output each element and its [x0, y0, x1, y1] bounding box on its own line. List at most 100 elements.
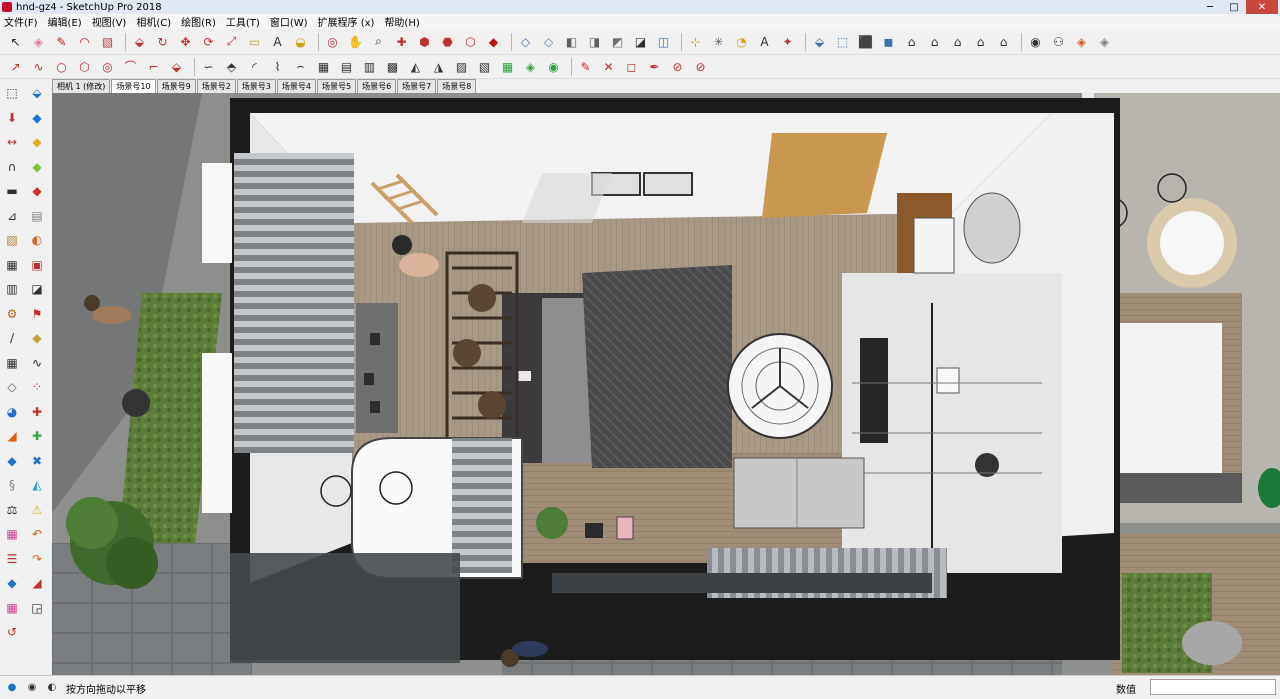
window-button[interactable]: ◪ [27, 279, 47, 299]
cross-button[interactable]: ✕ [599, 57, 618, 76]
paint-button[interactable]: ⬙ [27, 83, 47, 103]
layers-button[interactable]: ◈ [1072, 32, 1091, 51]
ruby-console-button[interactable]: ◆ [484, 32, 503, 51]
material-button[interactable]: ◈ [521, 57, 540, 76]
menu-item-2[interactable]: 视图(V) [92, 14, 127, 29]
scene-tab-7[interactable]: 场景号6 [357, 79, 397, 93]
slash-circle-button[interactable]: ⊘ [691, 57, 710, 76]
top-view-button[interactable]: ⬚ [833, 32, 852, 51]
redo-button[interactable]: ↷ [27, 549, 47, 569]
no-entry-button[interactable]: ⊘ [668, 57, 687, 76]
list-button[interactable]: ☰ [2, 549, 22, 569]
eye-button[interactable]: ◕ [2, 402, 22, 422]
scene-tab-2[interactable]: 场景号9 [156, 79, 196, 93]
curve-button[interactable]: ∿ [27, 353, 47, 373]
cross-blue-button[interactable]: ✖ [27, 451, 47, 471]
model-viewport[interactable] [52, 93, 1280, 675]
line-button[interactable]: ▬ [2, 181, 22, 201]
select-button[interactable]: ↖ [6, 32, 25, 51]
menu-item-8[interactable]: 帮助(H) [384, 14, 419, 29]
cube-blue-button[interactable]: ◆ [2, 451, 22, 471]
make-component-button[interactable]: ⬚ [2, 83, 22, 103]
plus-red-button[interactable]: ✚ [27, 402, 47, 422]
shaded-button[interactable]: ◩ [608, 32, 627, 51]
xray-button[interactable]: ◇ [516, 32, 535, 51]
warehouse-button[interactable]: ⬢ [415, 32, 434, 51]
knife-button[interactable]: ∕ [2, 328, 22, 348]
guides-button[interactable]: ✳ [709, 32, 728, 51]
round-corner-button[interactable]: ◜ [245, 57, 264, 76]
back-edges-button[interactable]: ◇ [539, 32, 558, 51]
palette-button[interactable]: ▦ [2, 524, 22, 544]
arc-button[interactable]: ◠ [75, 32, 94, 51]
scene-tab-4[interactable]: 场景号3 [236, 79, 276, 93]
cube-button[interactable]: ◆ [27, 328, 47, 348]
geo-location-icon[interactable]: ◉ [24, 680, 40, 694]
menu-item-6[interactable]: 窗口(W) [270, 14, 308, 29]
monochrome-button[interactable]: ◫ [654, 32, 673, 51]
push-pull-button[interactable]: ⬙ [130, 32, 149, 51]
zoom-extents-button[interactable]: ✚ [392, 32, 411, 51]
move-button[interactable]: ✥ [176, 32, 195, 51]
dots-button[interactable]: ⁘ [27, 377, 47, 397]
array-button[interactable]: ▩ [383, 57, 402, 76]
scale-button[interactable]: ⤢ [222, 32, 241, 51]
walk-button[interactable]: ⌂ [971, 32, 990, 51]
red-box-button[interactable]: ◆ [27, 181, 47, 201]
stair-button[interactable]: ▦ [2, 255, 22, 275]
hidden-line-button[interactable]: ◨ [585, 32, 604, 51]
joint-push-pull-button[interactable]: ⬘ [222, 57, 241, 76]
box-button[interactable]: ◻ [622, 57, 641, 76]
flag-button[interactable]: ⚑ [27, 304, 47, 324]
table-button[interactable]: ▥ [2, 279, 22, 299]
credits-icon[interactable]: ◐ [44, 680, 60, 694]
scene-tab-1[interactable]: 场景号10 [111, 79, 156, 93]
fillet-button[interactable]: ⌐ [144, 57, 163, 76]
pen-button[interactable]: ✒ [645, 57, 664, 76]
profile-builder-button[interactable]: ▤ [337, 57, 356, 76]
folder-button[interactable]: ◆ [27, 132, 47, 152]
pan-button[interactable]: ✋ [346, 32, 365, 51]
pencil-button[interactable]: ✎ [52, 32, 71, 51]
right-view-button[interactable]: ◼ [879, 32, 898, 51]
subdivide-button[interactable]: ▦ [314, 57, 333, 76]
solid-tools-button[interactable]: ◉ [1026, 32, 1045, 51]
minimize-button[interactable]: ─ [1198, 0, 1222, 14]
uv-map-button[interactable]: ▦ [498, 57, 517, 76]
cube-outline-button[interactable]: ◆ [2, 573, 22, 593]
sandbox-button[interactable]: ⚇ [1049, 32, 1068, 51]
maximize-button[interactable]: □ [1222, 0, 1246, 14]
look-around-button[interactable]: ⌂ [994, 32, 1013, 51]
warning-button[interactable]: ⚠ [27, 500, 47, 520]
dimension-button[interactable]: A [755, 32, 774, 51]
rotate-button[interactable]: ◐ [27, 230, 47, 250]
texture-button[interactable]: ▧ [475, 57, 494, 76]
extrude-button[interactable]: ⬙ [167, 57, 186, 76]
mirror-button[interactable]: ◭ [406, 57, 425, 76]
sandbox-button[interactable]: ◇ [2, 377, 22, 397]
arc-button[interactable]: ∩ [2, 157, 22, 177]
wireframe-button[interactable]: ◧ [562, 32, 581, 51]
panel-button[interactable]: ▣ [27, 255, 47, 275]
info-icon[interactable]: ● [4, 680, 20, 694]
back-view-button[interactable]: ⌂ [902, 32, 921, 51]
paint-bucket-button[interactable]: ◒ [291, 32, 310, 51]
dimension-button[interactable]: ⊿ [2, 206, 22, 226]
scene-tab-0[interactable]: 相机 1 (修改) [52, 79, 111, 93]
scene-tab-9[interactable]: 场景号8 [437, 79, 477, 93]
undo-button[interactable]: ↶ [27, 524, 47, 544]
circle-button[interactable]: ○ [52, 57, 71, 76]
book-button[interactable]: ▤ [27, 206, 47, 226]
shaded-textures-button[interactable]: ◪ [631, 32, 650, 51]
close-button[interactable]: ✕ [1246, 0, 1278, 14]
back-button[interactable]: ↺ [2, 622, 22, 642]
cleanup-button[interactable]: ◮ [429, 57, 448, 76]
measurements-input[interactable] [1150, 679, 1276, 695]
grid-button[interactable]: ▦ [2, 353, 22, 373]
triangle-red-button[interactable]: ◢ [27, 573, 47, 593]
front-view-button[interactable]: ⬛ [856, 32, 875, 51]
shape-bender-button[interactable]: ⌢ [291, 57, 310, 76]
menu-item-3[interactable]: 相机(C) [136, 14, 171, 29]
scene-tab-5[interactable]: 场景号4 [276, 79, 316, 93]
move-button[interactable]: ↔ [2, 132, 22, 152]
